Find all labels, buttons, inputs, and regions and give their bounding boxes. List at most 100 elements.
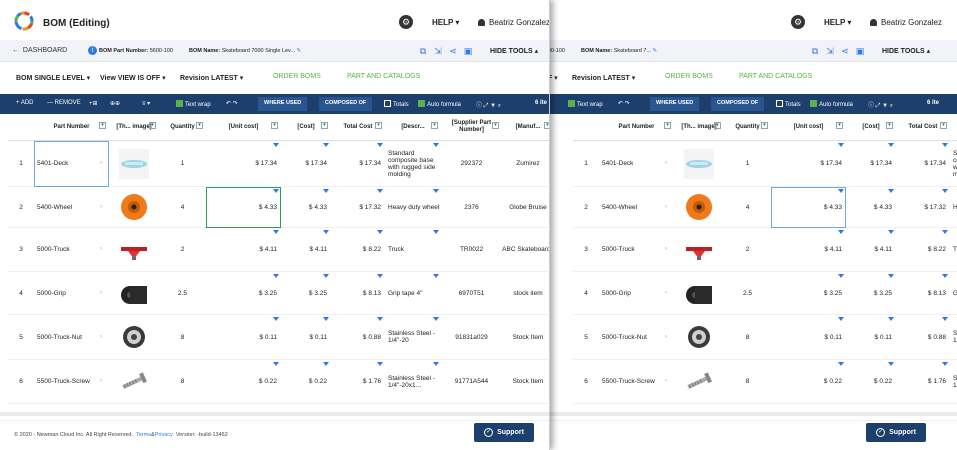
- cell-part[interactable]: 5400-Wheel: [599, 187, 674, 228]
- cell-img[interactable]: [109, 360, 159, 404]
- composed-of-button[interactable]: COMPOSED OF: [711, 97, 765, 111]
- cell-qty[interactable]: 1: [159, 141, 206, 187]
- cell-descr[interactable]: Grip tape 4": [950, 272, 957, 315]
- column-header-part[interactable]: Part Number: [34, 114, 109, 141]
- copy-icon[interactable]: ⧉: [810, 46, 820, 56]
- order-boms-tab[interactable]: ORDER BOMS: [273, 73, 321, 80]
- cell-cost[interactable]: $ 0.11: [846, 315, 896, 360]
- cell-total[interactable]: $ 1.76: [331, 360, 385, 404]
- column-filter-icon[interactable]: ▾: [886, 122, 893, 129]
- expand-row-icon[interactable]: ›: [100, 290, 102, 296]
- cell-part[interactable]: 5000-Truck-Nut: [599, 315, 674, 360]
- column-filter-icon[interactable]: ▾: [99, 122, 106, 129]
- cell-total[interactable]: $ 17.32: [896, 187, 950, 228]
- undo-redo-icon[interactable]: ↶ ↷: [226, 100, 238, 107]
- column-header-rownum[interactable]: [8, 114, 34, 141]
- cell-manuf[interactable]: Stock Item: [502, 315, 549, 360]
- cell-total[interactable]: $ 1.76: [896, 360, 950, 404]
- cell-descr[interactable]: Grip tape 4": [385, 272, 441, 315]
- column-header-manuf[interactable]: [Manuf...: [502, 114, 549, 141]
- text-wrap-toggle[interactable]: Text wrap: [568, 100, 603, 108]
- bom-level-dropdown[interactable]: BOM SINGLE LEVEL ▾: [16, 74, 90, 82]
- hide-tools-button[interactable]: HIDE TOOLS ▴: [490, 47, 538, 55]
- settings-icon[interactable]: ⚙: [791, 15, 805, 29]
- cell-cost[interactable]: $ 0.11: [281, 315, 331, 360]
- column-header-rownum[interactable]: [573, 114, 599, 141]
- horizontal-scrollbar[interactable]: [0, 412, 549, 416]
- expand-row-icon[interactable]: ›: [665, 334, 667, 340]
- cell-manuf[interactable]: stock item: [502, 272, 549, 315]
- column-filter-icon[interactable]: ▾: [544, 122, 549, 129]
- parts-catalogs-tab[interactable]: PART AND CATALOGS: [347, 73, 420, 80]
- revision-dropdown[interactable]: Revision LATEST ▾: [572, 74, 635, 82]
- column-filter-icon[interactable]: ▾: [375, 122, 382, 129]
- composed-of-button[interactable]: COMPOSED OF: [319, 97, 373, 111]
- info-icon[interactable]: i: [88, 46, 97, 55]
- cell-descr[interactable]: Stainless Steel - 1/4"-20x1...: [385, 360, 441, 404]
- column-filter-icon[interactable]: ▾: [271, 122, 278, 129]
- cell-descr[interactable]: Truck: [950, 228, 957, 272]
- expand-row-icon[interactable]: ›: [665, 378, 667, 384]
- expand-row-icon[interactable]: ›: [100, 246, 102, 252]
- cell-qty[interactable]: 8: [724, 315, 771, 360]
- view-dropdown[interactable]: View VIEW IS OFF ▾: [100, 74, 166, 82]
- cell-img[interactable]: [109, 141, 159, 187]
- totals-toggle[interactable]: Totals: [776, 100, 801, 108]
- share-icon[interactable]: ⋖: [448, 46, 458, 56]
- revision-dropdown[interactable]: Revision LATEST ▾: [180, 74, 243, 82]
- help-menu[interactable]: HELP ▾: [432, 18, 459, 27]
- cell-img[interactable]: [674, 187, 724, 228]
- auto-formula-toggle[interactable]: Auto formula: [810, 100, 853, 108]
- cell-unit[interactable]: $ 4.11: [206, 228, 281, 272]
- cell-qty[interactable]: 4: [159, 187, 206, 228]
- terms-link[interactable]: Terms: [136, 432, 151, 438]
- cell-img[interactable]: [674, 141, 724, 187]
- cell-unit[interactable]: $ 0.22: [771, 360, 846, 404]
- cell-part[interactable]: 5000-Truck: [599, 228, 674, 272]
- where-used-button[interactable]: WHERE USED: [258, 97, 308, 111]
- cell-unit[interactable]: $ 3.25: [206, 272, 281, 315]
- export-icon[interactable]: ⇲: [825, 46, 835, 56]
- cell-descr[interactable]: Stainless Steel - 1/4"-20: [385, 315, 441, 360]
- copy-icon[interactable]: ⧉: [418, 46, 428, 56]
- expand-row-icon[interactable]: ›: [665, 246, 667, 252]
- cell-qty[interactable]: 1: [724, 141, 771, 187]
- cell-total[interactable]: $ 0.88: [331, 315, 385, 360]
- cell-qty[interactable]: 2: [159, 228, 206, 272]
- expand-row-icon[interactable]: ›: [665, 290, 667, 296]
- cell-cost[interactable]: $ 3.25: [281, 272, 331, 315]
- cell-part[interactable]: 5000-Grip: [599, 272, 674, 315]
- cell-cost[interactable]: $ 4.11: [281, 228, 331, 272]
- cell-supplier[interactable]: 91771A544: [441, 360, 502, 404]
- edit-pencil-icon[interactable]: ✎: [297, 48, 302, 54]
- insert-row-icon[interactable]: +⊞: [89, 100, 98, 107]
- column-header-unit[interactable]: [Unit cost]: [206, 114, 281, 141]
- cell-unit[interactable]: $ 17.34: [771, 141, 846, 187]
- cell-supplier[interactable]: TR0022: [441, 228, 502, 272]
- column-header-part[interactable]: Part Number: [599, 114, 674, 141]
- horizontal-scrollbar[interactable]: [548, 412, 957, 416]
- expand-collapse-icon[interactable]: ⊕⊕: [110, 100, 120, 107]
- cell-descr[interactable]: Standard composite base with rugged side…: [950, 141, 957, 187]
- cell-qty[interactable]: 2.5: [724, 272, 771, 315]
- grid-tools-icons[interactable]: ⓘ ⤢ ▼ ⌕: [868, 100, 893, 110]
- cell-part[interactable]: 5000-Truck: [34, 228, 109, 272]
- grid-tools-icons[interactable]: ⓘ ⤢ ▼ ⌕: [476, 100, 501, 110]
- cell-cost[interactable]: $ 4.33: [846, 187, 896, 228]
- cell-unit[interactable]: $ 4.11: [771, 228, 846, 272]
- cell-img[interactable]: [109, 272, 159, 315]
- cell-total[interactable]: $ 8.13: [896, 272, 950, 315]
- cell-descr[interactable]: Stainless Steel - 1/4"-20: [950, 315, 957, 360]
- cell-total[interactable]: $ 17.34: [896, 141, 950, 187]
- support-button[interactable]: ✓ Support: [866, 423, 926, 442]
- user-menu[interactable]: Beatriz Gonzalez: [478, 18, 549, 27]
- expand-row-icon[interactable]: ›: [100, 378, 102, 384]
- cell-supplier[interactable]: 91831a029: [441, 315, 502, 360]
- parts-catalogs-tab[interactable]: PART AND CATALOGS: [739, 73, 812, 80]
- cell-part[interactable]: 5400-Wheel: [34, 187, 109, 228]
- cell-cost[interactable]: $ 17.34: [846, 141, 896, 187]
- share-icon[interactable]: ⋖: [840, 46, 850, 56]
- text-wrap-toggle[interactable]: Text wrap: [176, 100, 211, 108]
- cell-cost[interactable]: $ 0.22: [846, 360, 896, 404]
- export-icon[interactable]: ⇲: [433, 46, 443, 56]
